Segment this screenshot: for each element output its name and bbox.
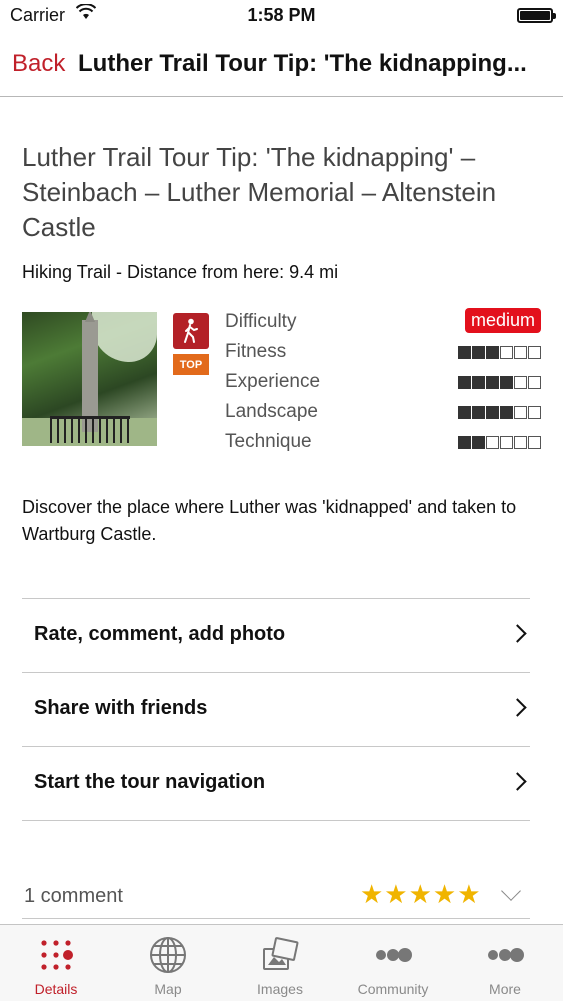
top-badge: TOP [173, 354, 209, 375]
rating-row: Landscape [225, 400, 541, 430]
rating-square-filled [458, 406, 471, 419]
tab-details[interactable]: Details [6, 925, 106, 1001]
difficulty-badge: medium [464, 308, 541, 333]
rating-level-indicator [457, 376, 541, 389]
rating-square-empty [514, 346, 527, 359]
tab-label: Community [357, 981, 429, 997]
tab-map[interactable]: Map [118, 925, 218, 1001]
tour-title: Luther Trail Tour Tip: 'The kidnapping' … [22, 142, 497, 242]
rating-square-empty [528, 346, 541, 359]
clock: 1:58 PM [247, 5, 316, 25]
rating-square-filled [500, 406, 513, 419]
difficulty-label: Difficulty [225, 311, 297, 332]
images-icon [260, 935, 300, 975]
rating-square-empty [514, 406, 527, 419]
chevron-down-icon[interactable] [501, 881, 521, 901]
rating-square-filled [472, 376, 485, 389]
rating-level-indicator [457, 346, 541, 359]
chevron-right-icon [508, 698, 527, 717]
rating-square-empty [486, 436, 499, 449]
rating-square-filled [486, 376, 499, 389]
tab-images[interactable]: Images [230, 925, 330, 1001]
globe-icon [148, 935, 188, 975]
rating-square-empty [514, 376, 527, 389]
rating-row: Fitness [225, 340, 541, 370]
rating-square-filled [472, 436, 485, 449]
comments-row[interactable]: 1 comment ★★★★★ [22, 870, 530, 919]
rating-square-filled [486, 406, 499, 419]
rating-label: Experience [225, 371, 321, 392]
rating-square-empty [500, 436, 513, 449]
rate-comment-label: Rate, comment, add photo [34, 623, 286, 645]
rating-level-indicator [457, 436, 541, 449]
status-bar: Carrier 1:58 PM [0, 0, 563, 30]
tab-label: Map [154, 981, 182, 997]
tab-label: Details [34, 981, 78, 997]
start-navigation-item[interactable]: Start the tour navigation [22, 747, 530, 821]
tour-photo[interactable] [22, 312, 157, 446]
community-icon [373, 935, 413, 975]
rating-square-empty [528, 376, 541, 389]
more-icon [485, 935, 525, 975]
rating-square-filled [458, 436, 471, 449]
tab-more[interactable]: More [455, 925, 555, 1001]
rating-square-filled [472, 346, 485, 359]
rating-label: Landscape [225, 401, 318, 422]
comment-count: 1 comment [24, 885, 123, 907]
back-button[interactable]: Back [12, 50, 65, 78]
rating-square-filled [500, 376, 513, 389]
hiking-icon [173, 313, 209, 349]
tour-subtitle: Hiking Trail - Distance from here: 9.4 m… [22, 262, 339, 282]
tab-label: Images [257, 981, 303, 997]
rating-square-empty [500, 346, 513, 359]
tab-label: More [489, 981, 521, 997]
navigation-bar: Back Luther Trail Tour Tip: 'The kidnapp… [0, 30, 563, 97]
rating-row: Technique [225, 430, 541, 460]
star-rating: ★★★★★ [360, 879, 482, 909]
chevron-right-icon [508, 624, 527, 643]
ratings-panel: Difficulty medium Fitness Experience Lands… [225, 308, 541, 460]
details-dots-icon [36, 935, 76, 975]
battery-icon [517, 8, 556, 23]
rating-square-filled [458, 376, 471, 389]
chevron-right-icon [508, 772, 527, 791]
share-item[interactable]: Share with friends [22, 673, 530, 747]
nav-title: Luther Trail Tour Tip: 'The kidnapping..… [78, 50, 527, 77]
rating-square-empty [528, 436, 541, 449]
rating-label: Technique [225, 431, 312, 452]
rate-comment-item[interactable]: Rate, comment, add photo [22, 599, 530, 673]
rating-square-filled [486, 346, 499, 359]
rating-square-empty [528, 406, 541, 419]
difficulty-row: Difficulty medium [225, 308, 541, 340]
share-label: Share with friends [34, 697, 208, 719]
rating-square-empty [514, 436, 527, 449]
tour-description: Discover the place where Luther was 'kid… [22, 497, 517, 544]
rating-label: Fitness [225, 341, 287, 362]
tab-community[interactable]: Community [343, 925, 443, 1001]
rating-level-indicator [457, 406, 541, 419]
rating-square-filled [472, 406, 485, 419]
rating-row: Experience [225, 370, 541, 400]
start-navigation-label: Start the tour navigation [34, 771, 266, 793]
tab-bar: Details Map Images Community More [0, 924, 563, 1001]
rating-square-filled [458, 346, 471, 359]
action-menu: Rate, comment, add photo Share with frie… [22, 598, 530, 821]
